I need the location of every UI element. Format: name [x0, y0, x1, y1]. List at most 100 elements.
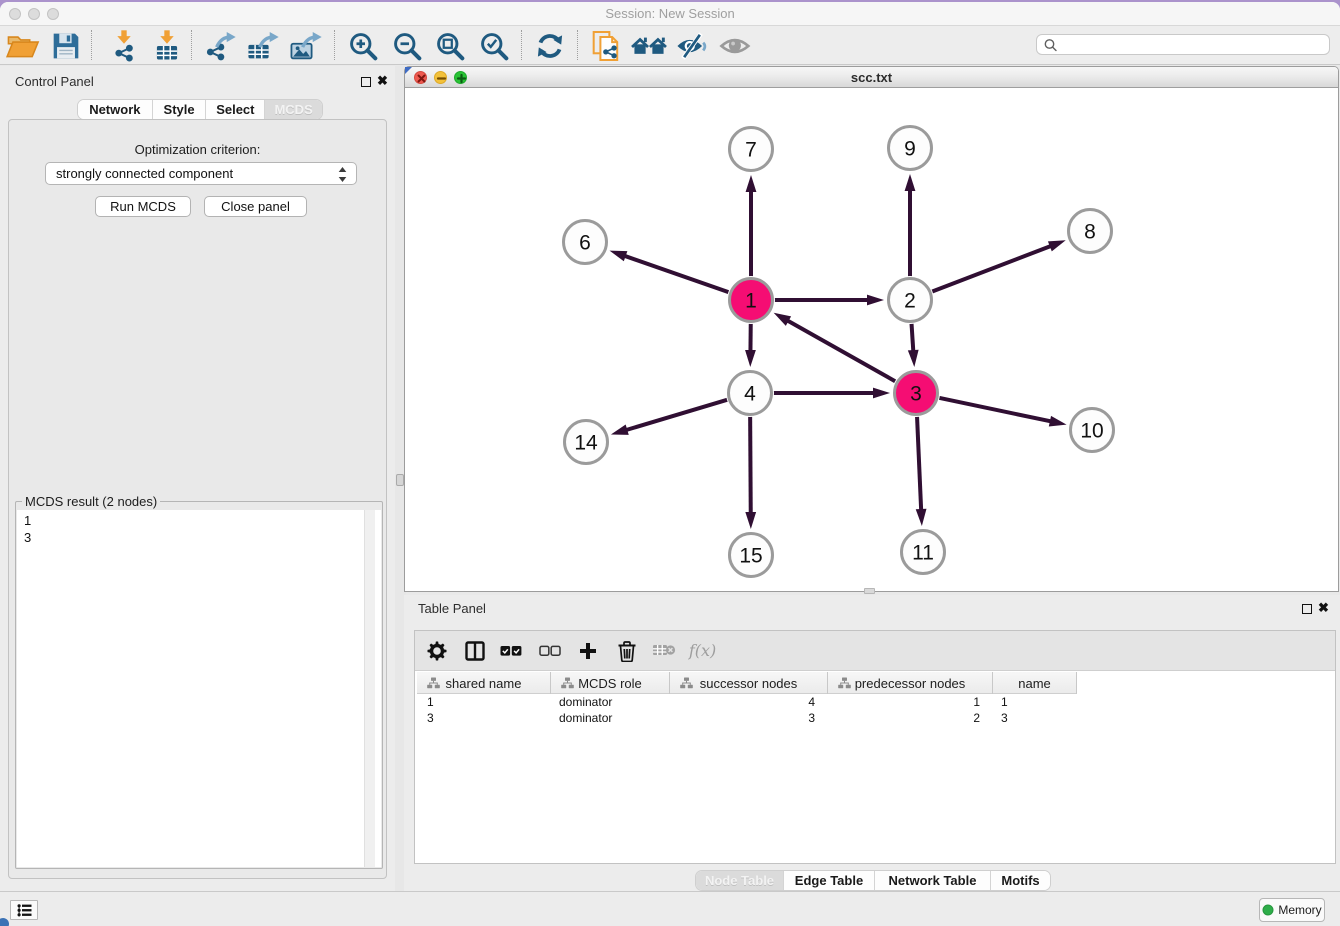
- toolbar-zoom-selected-button[interactable]: [477, 29, 511, 63]
- edge-arrowhead-icon: [908, 350, 919, 367]
- toolbar-home-layout-button[interactable]: [632, 29, 666, 63]
- graph-edge-2-9[interactable]: [905, 174, 916, 277]
- graph-edge-3-11[interactable]: [916, 416, 927, 526]
- function-builder-icon: f(x): [688, 639, 720, 663]
- tab-style[interactable]: Style: [152, 100, 206, 119]
- graph-node-7[interactable]: 7: [727, 125, 775, 173]
- run-mcds-button[interactable]: Run MCDS: [95, 196, 191, 217]
- graph-edge-1-6[interactable]: [610, 251, 729, 293]
- column-header-predecessor-nodes[interactable]: predecessor nodes: [828, 672, 993, 694]
- edge-line: [917, 416, 921, 510]
- toolbar-duplicate-network-button[interactable]: [589, 29, 623, 63]
- graph-edge-1-7[interactable]: [746, 175, 757, 277]
- table-cell: 1: [828, 694, 993, 710]
- graph-node-9[interactable]: 9: [886, 124, 934, 172]
- search-input[interactable]: [1060, 36, 1322, 53]
- search-box[interactable]: [1036, 34, 1330, 55]
- table-tab-edge-table[interactable]: Edge Table: [783, 871, 874, 890]
- column-label: name: [1018, 676, 1051, 691]
- graph-edge-2-3[interactable]: [908, 323, 919, 367]
- splitter-grip[interactable]: [396, 474, 404, 486]
- column-tree-icon: [561, 677, 574, 689]
- task-history-button[interactable]: [10, 900, 38, 920]
- graph-node-14[interactable]: 14: [562, 418, 610, 466]
- toolbar-save-session-button[interactable]: [49, 29, 83, 63]
- tab-network[interactable]: Network: [78, 100, 152, 119]
- toolbar-import-network-button[interactable]: [107, 29, 141, 63]
- toolbar-hide-unselected-button[interactable]: [675, 29, 709, 63]
- graph-node-3[interactable]: 3: [892, 369, 940, 417]
- delete-table-icon: [652, 642, 676, 660]
- graph-node-6[interactable]: 6: [561, 218, 609, 266]
- toolbar-zoom-in-button[interactable]: [346, 29, 380, 63]
- graph-edge-4-14[interactable]: [611, 400, 728, 435]
- window-title: Session: New Session: [0, 2, 1340, 26]
- table-tab-network-table[interactable]: Network Table: [874, 871, 990, 890]
- graph-node-15[interactable]: 15: [727, 531, 775, 579]
- table-row[interactable]: 3dominator323: [417, 710, 1077, 726]
- table-toolbar-split-panel-button[interactable]: [459, 635, 491, 667]
- mcds-result-textarea[interactable]: 1 3: [17, 510, 381, 867]
- float-table-panel-button[interactable]: [1302, 604, 1312, 614]
- toolbar-import-table-button[interactable]: [150, 29, 184, 63]
- split-panel-icon: [465, 641, 485, 661]
- table-toolbar-select-all-button[interactable]: [495, 635, 527, 667]
- frame-resize-grip[interactable]: [864, 588, 875, 594]
- table-tab-motifs[interactable]: Motifs: [990, 871, 1050, 890]
- edge-line: [787, 320, 895, 381]
- toolbar-refresh-button[interactable]: [533, 29, 567, 63]
- criterion-select[interactable]: strongly connected component: [45, 162, 357, 185]
- close-table-panel-button[interactable]: ✖: [1318, 603, 1329, 613]
- graph-edge-4-15[interactable]: [745, 416, 756, 529]
- network-frame-titlebar[interactable]: scc.txt: [405, 67, 1338, 88]
- table-toolbar-delete-table-button[interactable]: [648, 635, 680, 667]
- network-canvas[interactable]: 1 2 3 4 6 7 8 9 10 11 14 15: [406, 89, 1337, 591]
- graph-edge-4-3[interactable]: [774, 388, 891, 399]
- tab-mcds[interactable]: MCDS: [264, 100, 322, 119]
- result-scrollbar[interactable]: [364, 510, 375, 867]
- column-header-shared-name[interactable]: shared name: [417, 672, 551, 694]
- table-toolbar-table-settings-button[interactable]: [421, 635, 453, 667]
- graph-edge-2-8[interactable]: [932, 240, 1066, 291]
- graph-edge-1-4[interactable]: [745, 323, 756, 367]
- edge-line: [624, 256, 729, 293]
- node-label: 6: [579, 232, 591, 255]
- graph-node-11[interactable]: 11: [899, 528, 947, 576]
- toolbar-zoom-out-button[interactable]: [390, 29, 424, 63]
- toolbar-zoom-fit-button[interactable]: [433, 29, 467, 63]
- column-label: successor nodes: [700, 676, 798, 691]
- table-toolbar-function-builder-button[interactable]: f(x): [688, 635, 720, 667]
- graph-node-1[interactable]: 1: [727, 276, 775, 324]
- table-toolbar-delete-column-button[interactable]: [611, 635, 643, 667]
- toolbar-export-image-button[interactable]: [289, 29, 323, 63]
- table-toolbar-add-column-button[interactable]: [572, 635, 604, 667]
- table-row[interactable]: 1dominator411: [417, 694, 1077, 710]
- graph-edge-1-2[interactable]: [775, 295, 885, 306]
- column-header-name[interactable]: name: [993, 672, 1077, 694]
- graph-node-2[interactable]: 2: [886, 276, 934, 324]
- graph-node-4[interactable]: 4: [726, 369, 774, 417]
- graph-node-10[interactable]: 10: [1068, 406, 1116, 454]
- task-list-icon: [17, 904, 32, 917]
- table-tab-node-table[interactable]: Node Table: [696, 871, 783, 890]
- toolbar-open-session-button[interactable]: [6, 29, 40, 63]
- tab-select[interactable]: Select: [205, 100, 264, 119]
- toolbar-show-all-button[interactable]: [719, 29, 753, 63]
- column-header-MCDS-role[interactable]: MCDS role: [551, 672, 670, 694]
- graph-edge-3-1[interactable]: [774, 313, 896, 382]
- table-toolbar-unselect-all-button[interactable]: [534, 635, 566, 667]
- node-label: 14: [574, 432, 598, 455]
- graph-edge-3-10[interactable]: [939, 398, 1067, 427]
- graph-node-8[interactable]: 8: [1066, 207, 1114, 255]
- titlebar[interactable]: Session: New Session: [0, 2, 1340, 26]
- float-control-panel-button[interactable]: [361, 77, 371, 87]
- toolbar-export-table-button[interactable]: [246, 29, 280, 63]
- toolbar-separator: [191, 30, 192, 60]
- memory-button[interactable]: Memory: [1259, 898, 1325, 922]
- optimization-criterion-label: Optimization criterion:: [9, 142, 386, 157]
- table-cell: 3: [670, 710, 828, 726]
- close-panel-button[interactable]: Close panel: [204, 196, 307, 217]
- close-control-panel-button[interactable]: ✖: [377, 76, 388, 86]
- toolbar-export-network-button[interactable]: [203, 29, 237, 63]
- column-header-successor-nodes[interactable]: successor nodes: [670, 672, 828, 694]
